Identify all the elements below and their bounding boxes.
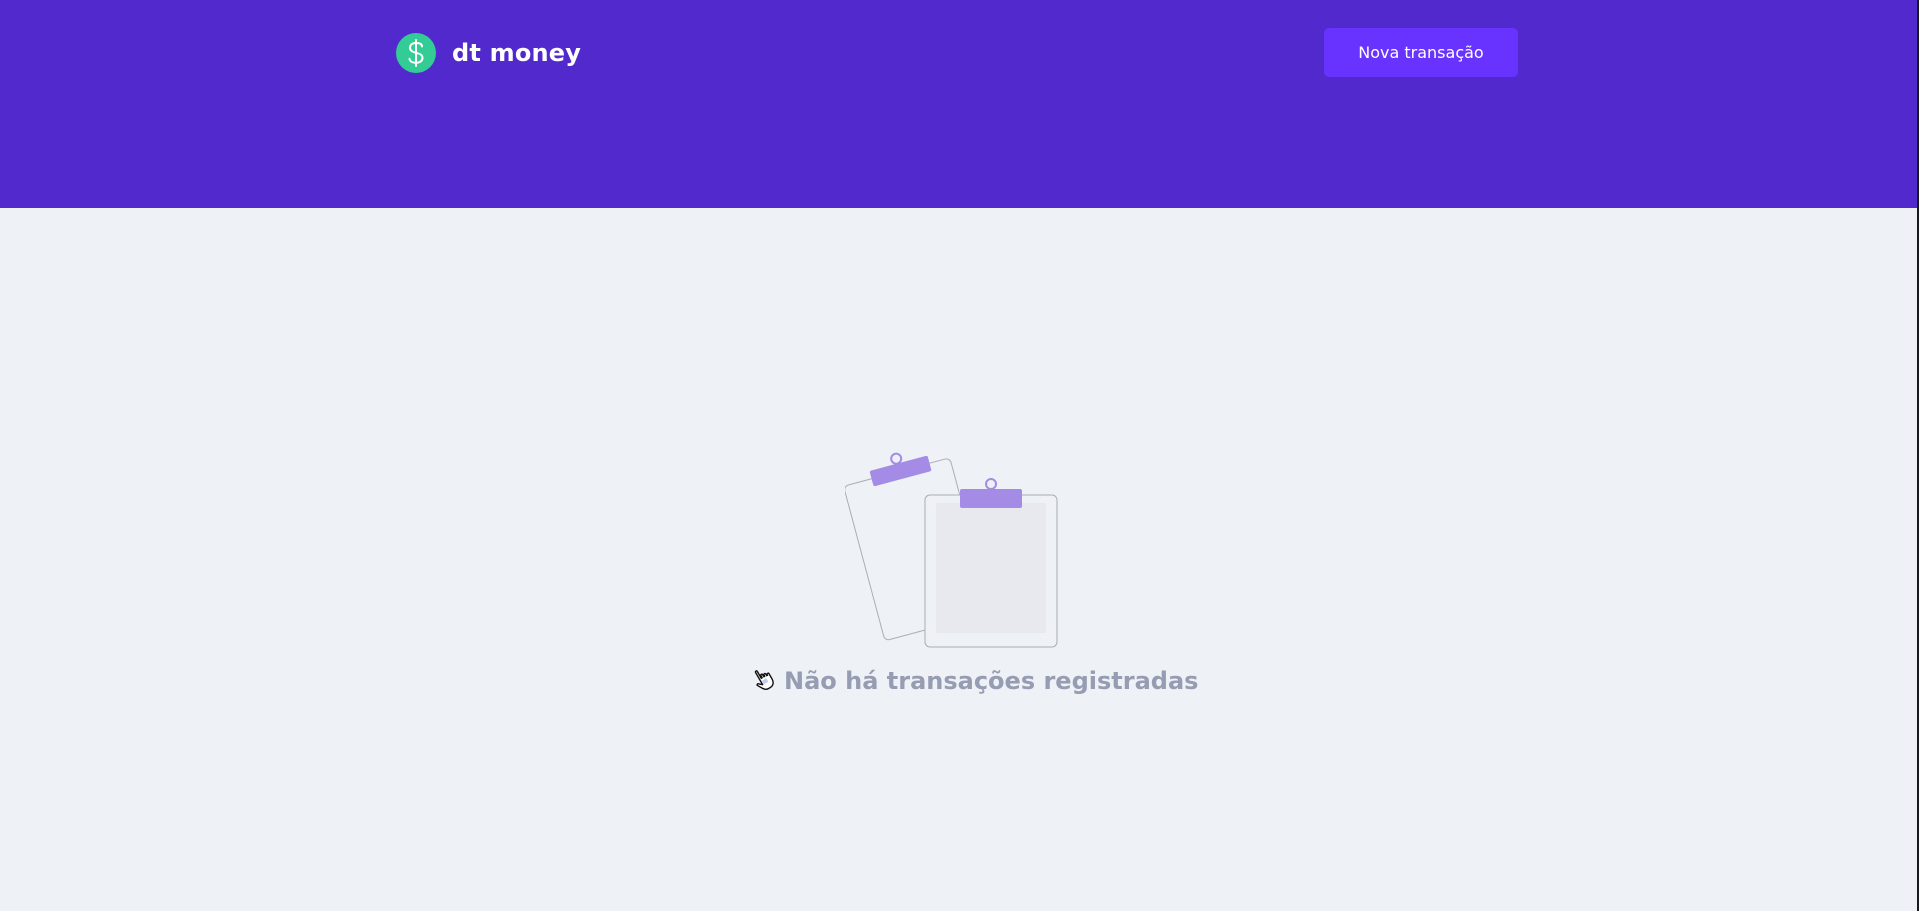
brand-name: dt money bbox=[452, 39, 582, 67]
logo: dt money bbox=[396, 32, 581, 74]
empty-message: Não há transações registradas bbox=[784, 667, 1199, 695]
dollar-sign-icon bbox=[396, 33, 436, 73]
header: dt money Nova transação bbox=[0, 0, 1919, 208]
hand-pointer-icon bbox=[750, 665, 778, 697]
clipboards-illustration bbox=[844, 440, 1085, 655]
empty-state: Não há transações registradas bbox=[750, 663, 1198, 699]
page: dt money Nova transação Não há transaçõe… bbox=[0, 0, 1919, 911]
new-transaction-button[interactable]: Nova transação bbox=[1324, 28, 1518, 77]
